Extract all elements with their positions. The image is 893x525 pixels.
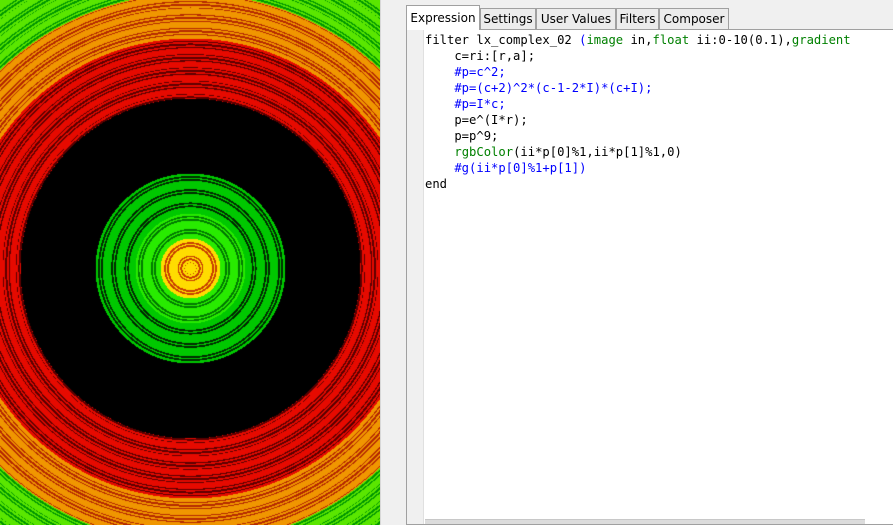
code-token: rgbColor bbox=[454, 145, 514, 159]
code-line[interactable]: c=ri:[r,a]; bbox=[425, 48, 893, 64]
code-token: p=e^(I*r); bbox=[425, 113, 528, 127]
code-text[interactable]: filter lx_complex_02 (image in,float ii:… bbox=[425, 32, 893, 192]
code-token: #p=c^2; bbox=[425, 65, 506, 79]
tab-settings[interactable]: Settings bbox=[480, 8, 536, 29]
tab-user-values[interactable]: User Values bbox=[536, 8, 616, 29]
code-token: end bbox=[425, 177, 448, 191]
code-line[interactable]: #p=I*c; bbox=[425, 96, 893, 112]
code-token: c=ri:[r,a]; bbox=[425, 49, 536, 63]
horizontal-scrollbar[interactable] bbox=[425, 519, 865, 524]
code-token: in, bbox=[623, 33, 653, 47]
preview-canvas[interactable] bbox=[0, 0, 380, 525]
code-token: p=p^9; bbox=[425, 129, 499, 143]
code-token: #g(ii*p[0]%1+p[1]) bbox=[425, 161, 587, 175]
code-token: image bbox=[586, 33, 624, 47]
code-token: gradient bbox=[791, 33, 851, 47]
code-line[interactable]: end bbox=[425, 176, 893, 192]
code-token: (ii*p[0]%1,ii*p[1]%1,0) bbox=[513, 145, 682, 159]
image-preview[interactable] bbox=[0, 0, 380, 525]
code-token: float bbox=[652, 33, 690, 47]
code-token: ii:0-10(0.1), bbox=[689, 33, 792, 47]
code-line[interactable]: p=e^(I*r); bbox=[425, 112, 893, 128]
editor-gutter bbox=[407, 30, 424, 524]
tab-bar: Expression Settings User Values Filters … bbox=[406, 0, 893, 30]
code-token: #p=(c+2)^2*(c-1-2*I)*(c+I); bbox=[425, 81, 653, 95]
code-line[interactable]: #g(ii*p[0]%1+p[1]) bbox=[425, 160, 893, 176]
tab-expression[interactable]: Expression bbox=[406, 5, 480, 30]
code-line[interactable]: filter lx_complex_02 (image in,float ii:… bbox=[425, 32, 893, 48]
tab-composer[interactable]: Composer bbox=[659, 8, 729, 29]
code-line[interactable]: rgbColor(ii*p[0]%1,ii*p[1]%1,0) bbox=[425, 144, 893, 160]
code-editor[interactable]: filter lx_complex_02 (image in,float ii:… bbox=[406, 29, 893, 525]
code-line[interactable]: p=p^9; bbox=[425, 128, 893, 144]
code-line[interactable]: #p=(c+2)^2*(c-1-2*I)*(c+I); bbox=[425, 80, 893, 96]
tab-filters[interactable]: Filters bbox=[616, 8, 659, 29]
code-token: filter lx_complex_02 bbox=[425, 33, 580, 47]
panel-splitter[interactable] bbox=[380, 0, 406, 525]
code-line[interactable]: #p=c^2; bbox=[425, 64, 893, 80]
code-token: #p=I*c; bbox=[425, 97, 506, 111]
